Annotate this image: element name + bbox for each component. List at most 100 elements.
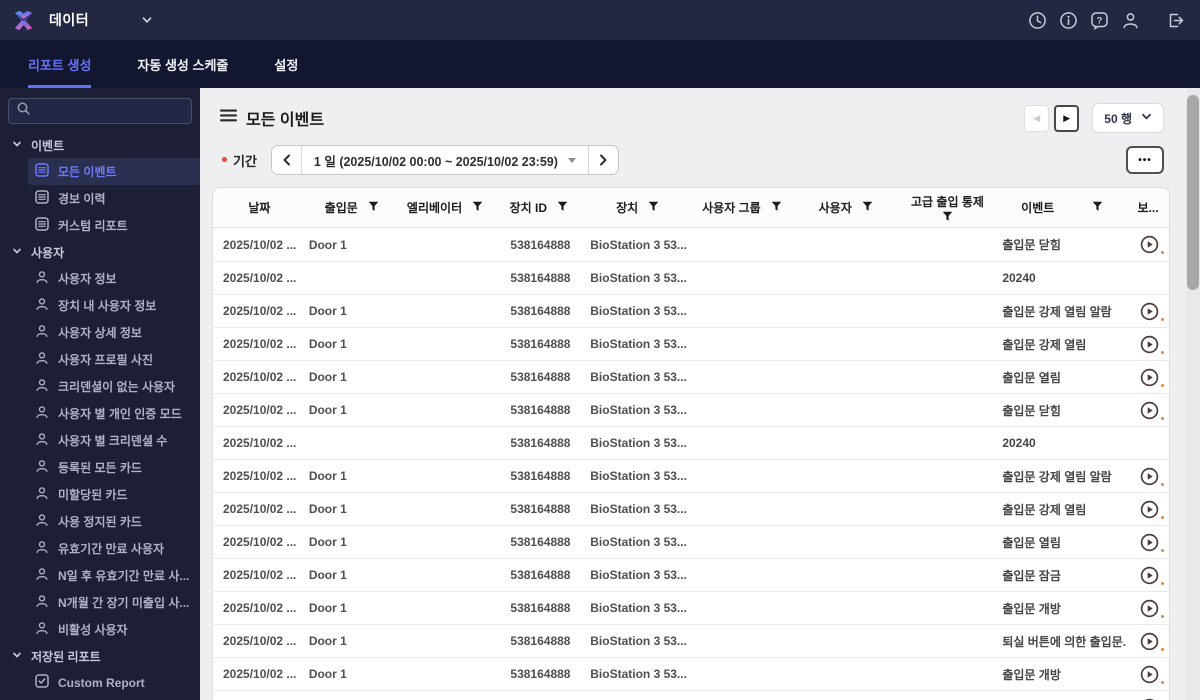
help-icon[interactable]: ? — [1088, 9, 1110, 31]
column-header-date[interactable]: 날짜 — [213, 188, 306, 227]
next-page-button[interactable]: ▶ — [1054, 104, 1080, 132]
table-row[interactable]: 2025/10/02 ...Door 1538164888BioStation … — [213, 393, 1169, 426]
sidebar-item[interactable]: 비활성 사용자 — [28, 616, 200, 643]
user-icon[interactable] — [1119, 9, 1141, 31]
filter-icon[interactable] — [942, 211, 953, 225]
sidebar-group-saved-reports[interactable]: 저장된 리포트 — [0, 643, 200, 669]
filter-icon[interactable] — [472, 201, 483, 215]
column-header-event[interactable]: 이벤트 — [997, 188, 1127, 227]
list-icon — [220, 108, 237, 128]
column-header-advanced[interactable]: 고급 출입 통제 — [898, 188, 998, 227]
sidebar-item[interactable]: 모든 이벤트 — [28, 158, 200, 185]
app-logo-icon[interactable] — [12, 9, 35, 32]
table-row[interactable]: 2025/10/02 ... 538164888 BioStation 3 53..… — [213, 426, 1169, 459]
play-video-button[interactable] — [1140, 533, 1165, 552]
table-row[interactable]: 2025/10/02 ...Door 1538164888BioStation … — [213, 327, 1169, 360]
table-row[interactable]: 2025/10/02 ...Door 1538164888BioStation … — [213, 657, 1169, 690]
sidebar-item[interactable]: 등록된 모든 카드 — [28, 454, 200, 481]
search-input[interactable] — [36, 104, 191, 118]
play-video-button[interactable] — [1140, 467, 1165, 486]
page-title: 모든 이벤트 — [246, 112, 325, 129]
rows-per-page-select[interactable]: 50 행 — [1092, 103, 1164, 133]
play-video-button[interactable] — [1140, 235, 1165, 254]
cell-date: 2025/10/02 ... — [223, 535, 297, 549]
cell-door: Door 1 — [308, 337, 347, 351]
period-prev-button[interactable] — [271, 146, 302, 174]
table-row[interactable]: 2025/10/02 ...Door 1538164888BioStation … — [213, 294, 1169, 327]
column-header-label: 출입문 — [324, 201, 358, 215]
info-icon[interactable] — [1057, 9, 1079, 31]
table-row[interactable]: 2025/10/02 ...Door 1538164888BioStation … — [213, 690, 1169, 700]
tab-report-generation[interactable]: 리포트 생성 — [28, 40, 92, 88]
sidebar-item[interactable]: 유효기간 만료 사용자 — [28, 535, 200, 562]
sidebar-item[interactable]: 커스텀 리포트 — [28, 212, 200, 239]
cell-user — [794, 228, 898, 261]
prev-page-button[interactable]: ◀ — [1024, 104, 1050, 132]
period-value-dropdown[interactable]: 1 일 (2025/10/02 00:00 ~ 2025/10/02 23:59… — [302, 146, 588, 174]
filter-icon[interactable] — [771, 201, 782, 215]
play-video-button[interactable] — [1140, 302, 1165, 321]
tab-auto-schedule[interactable]: 자동 생성 스케줄 — [137, 40, 228, 88]
cell-advanced — [898, 262, 998, 294]
table-row[interactable]: 2025/10/02 ...Door 1538164888BioStation … — [213, 525, 1169, 558]
table-row[interactable]: 2025/10/02 ...Door 1538164888BioStation … — [213, 228, 1169, 261]
sidebar-search[interactable] — [8, 98, 192, 124]
column-header-device_id[interactable]: 장치 ID — [492, 188, 585, 227]
scrollbar-thumb[interactable] — [1187, 95, 1199, 290]
filter-icon[interactable] — [368, 201, 379, 215]
page-scrollbar[interactable] — [1186, 88, 1200, 700]
play-video-button[interactable] — [1140, 599, 1165, 618]
clock-icon[interactable] — [1026, 9, 1048, 31]
table-row[interactable]: 2025/10/02 ...Door 1538164888BioStation … — [213, 558, 1169, 591]
filter-icon[interactable] — [648, 201, 659, 215]
cell-door: Door 1 — [308, 403, 347, 417]
filter-icon[interactable] — [557, 201, 568, 215]
play-video-button[interactable] — [1140, 500, 1165, 519]
sidebar-item-label: 미할당된 카드 — [58, 488, 128, 502]
sidebar-item[interactable]: 사용자 정보 — [28, 265, 200, 292]
sidebar-item[interactable]: N일 후 유효기간 만료 사... — [28, 562, 200, 589]
play-video-button[interactable] — [1140, 665, 1165, 684]
sidebar-item-label: 등록된 모든 카드 — [58, 461, 142, 475]
orange-dot — [1161, 383, 1165, 387]
column-header-user_group[interactable]: 사용자 그룹 — [690, 188, 794, 227]
sidebar-item[interactable]: 사용 정지된 카드 — [28, 508, 200, 535]
sidebar-item[interactable]: 경보 이력 — [28, 185, 200, 212]
column-header-door[interactable]: 출입문 — [306, 188, 398, 227]
sidebar-group-events[interactable]: 이벤트 — [0, 132, 200, 158]
tab-settings[interactable]: 설정 — [274, 40, 298, 88]
filter-icon[interactable] — [862, 201, 873, 215]
filter-icon[interactable] — [1092, 201, 1103, 215]
sidebar-item[interactable]: 사용자 별 개인 인증 모드 — [28, 400, 200, 427]
sidebar-item[interactable]: 크리덴셜이 없는 사용자 — [28, 373, 200, 400]
play-video-button[interactable] — [1140, 335, 1165, 354]
column-header-elevator[interactable]: 엘리베이터 — [398, 188, 493, 227]
play-video-button[interactable] — [1140, 566, 1165, 585]
column-header-device[interactable]: 장치 — [585, 188, 690, 227]
sidebar-item[interactable]: 미할당된 카드 — [28, 481, 200, 508]
app-menu-chevron-down-icon[interactable] — [141, 14, 153, 26]
play-video-button[interactable] — [1140, 368, 1165, 387]
cell-user — [794, 295, 898, 327]
table-row[interactable]: 2025/10/02 ...Door 1538164888BioStation … — [213, 459, 1169, 492]
table-row[interactable]: 2025/10/02 ...Door 1538164888BioStation … — [213, 492, 1169, 525]
more-options-button[interactable]: ••• — [1126, 146, 1164, 174]
sidebar-item[interactable]: 사용자 프로필 사진 — [28, 346, 200, 373]
table-row[interactable]: 2025/10/02 ...Door 1538164888BioStation … — [213, 360, 1169, 393]
play-video-button[interactable] — [1140, 632, 1165, 651]
table-row[interactable]: 2025/10/02 ... 538164888 BioStation 3 53..… — [213, 261, 1169, 294]
period-next-button[interactable] — [587, 146, 618, 174]
logout-icon[interactable] — [1164, 9, 1186, 31]
play-video-button[interactable] — [1140, 401, 1165, 420]
column-header-view[interactable]: 보... — [1127, 188, 1169, 227]
sidebar-item[interactable]: 장치 내 사용자 정보 — [28, 292, 200, 319]
column-header-user[interactable]: 사용자 — [794, 188, 898, 227]
sidebar-item[interactable]: 사용자 별 크리덴셜 수 — [28, 427, 200, 454]
sidebar-item[interactable]: Custom Report — [28, 669, 200, 696]
table-row[interactable]: 2025/10/02 ...Door 1538164888BioStation … — [213, 624, 1169, 657]
sidebar-group-users[interactable]: 사용자 — [0, 239, 200, 265]
topbar-icons: ? — [1026, 9, 1186, 31]
sidebar-item[interactable]: 사용자 상세 정보 — [28, 319, 200, 346]
table-row[interactable]: 2025/10/02 ...Door 1538164888BioStation … — [213, 591, 1169, 624]
sidebar-item[interactable]: N개월 간 장기 미출입 사... — [28, 589, 200, 616]
